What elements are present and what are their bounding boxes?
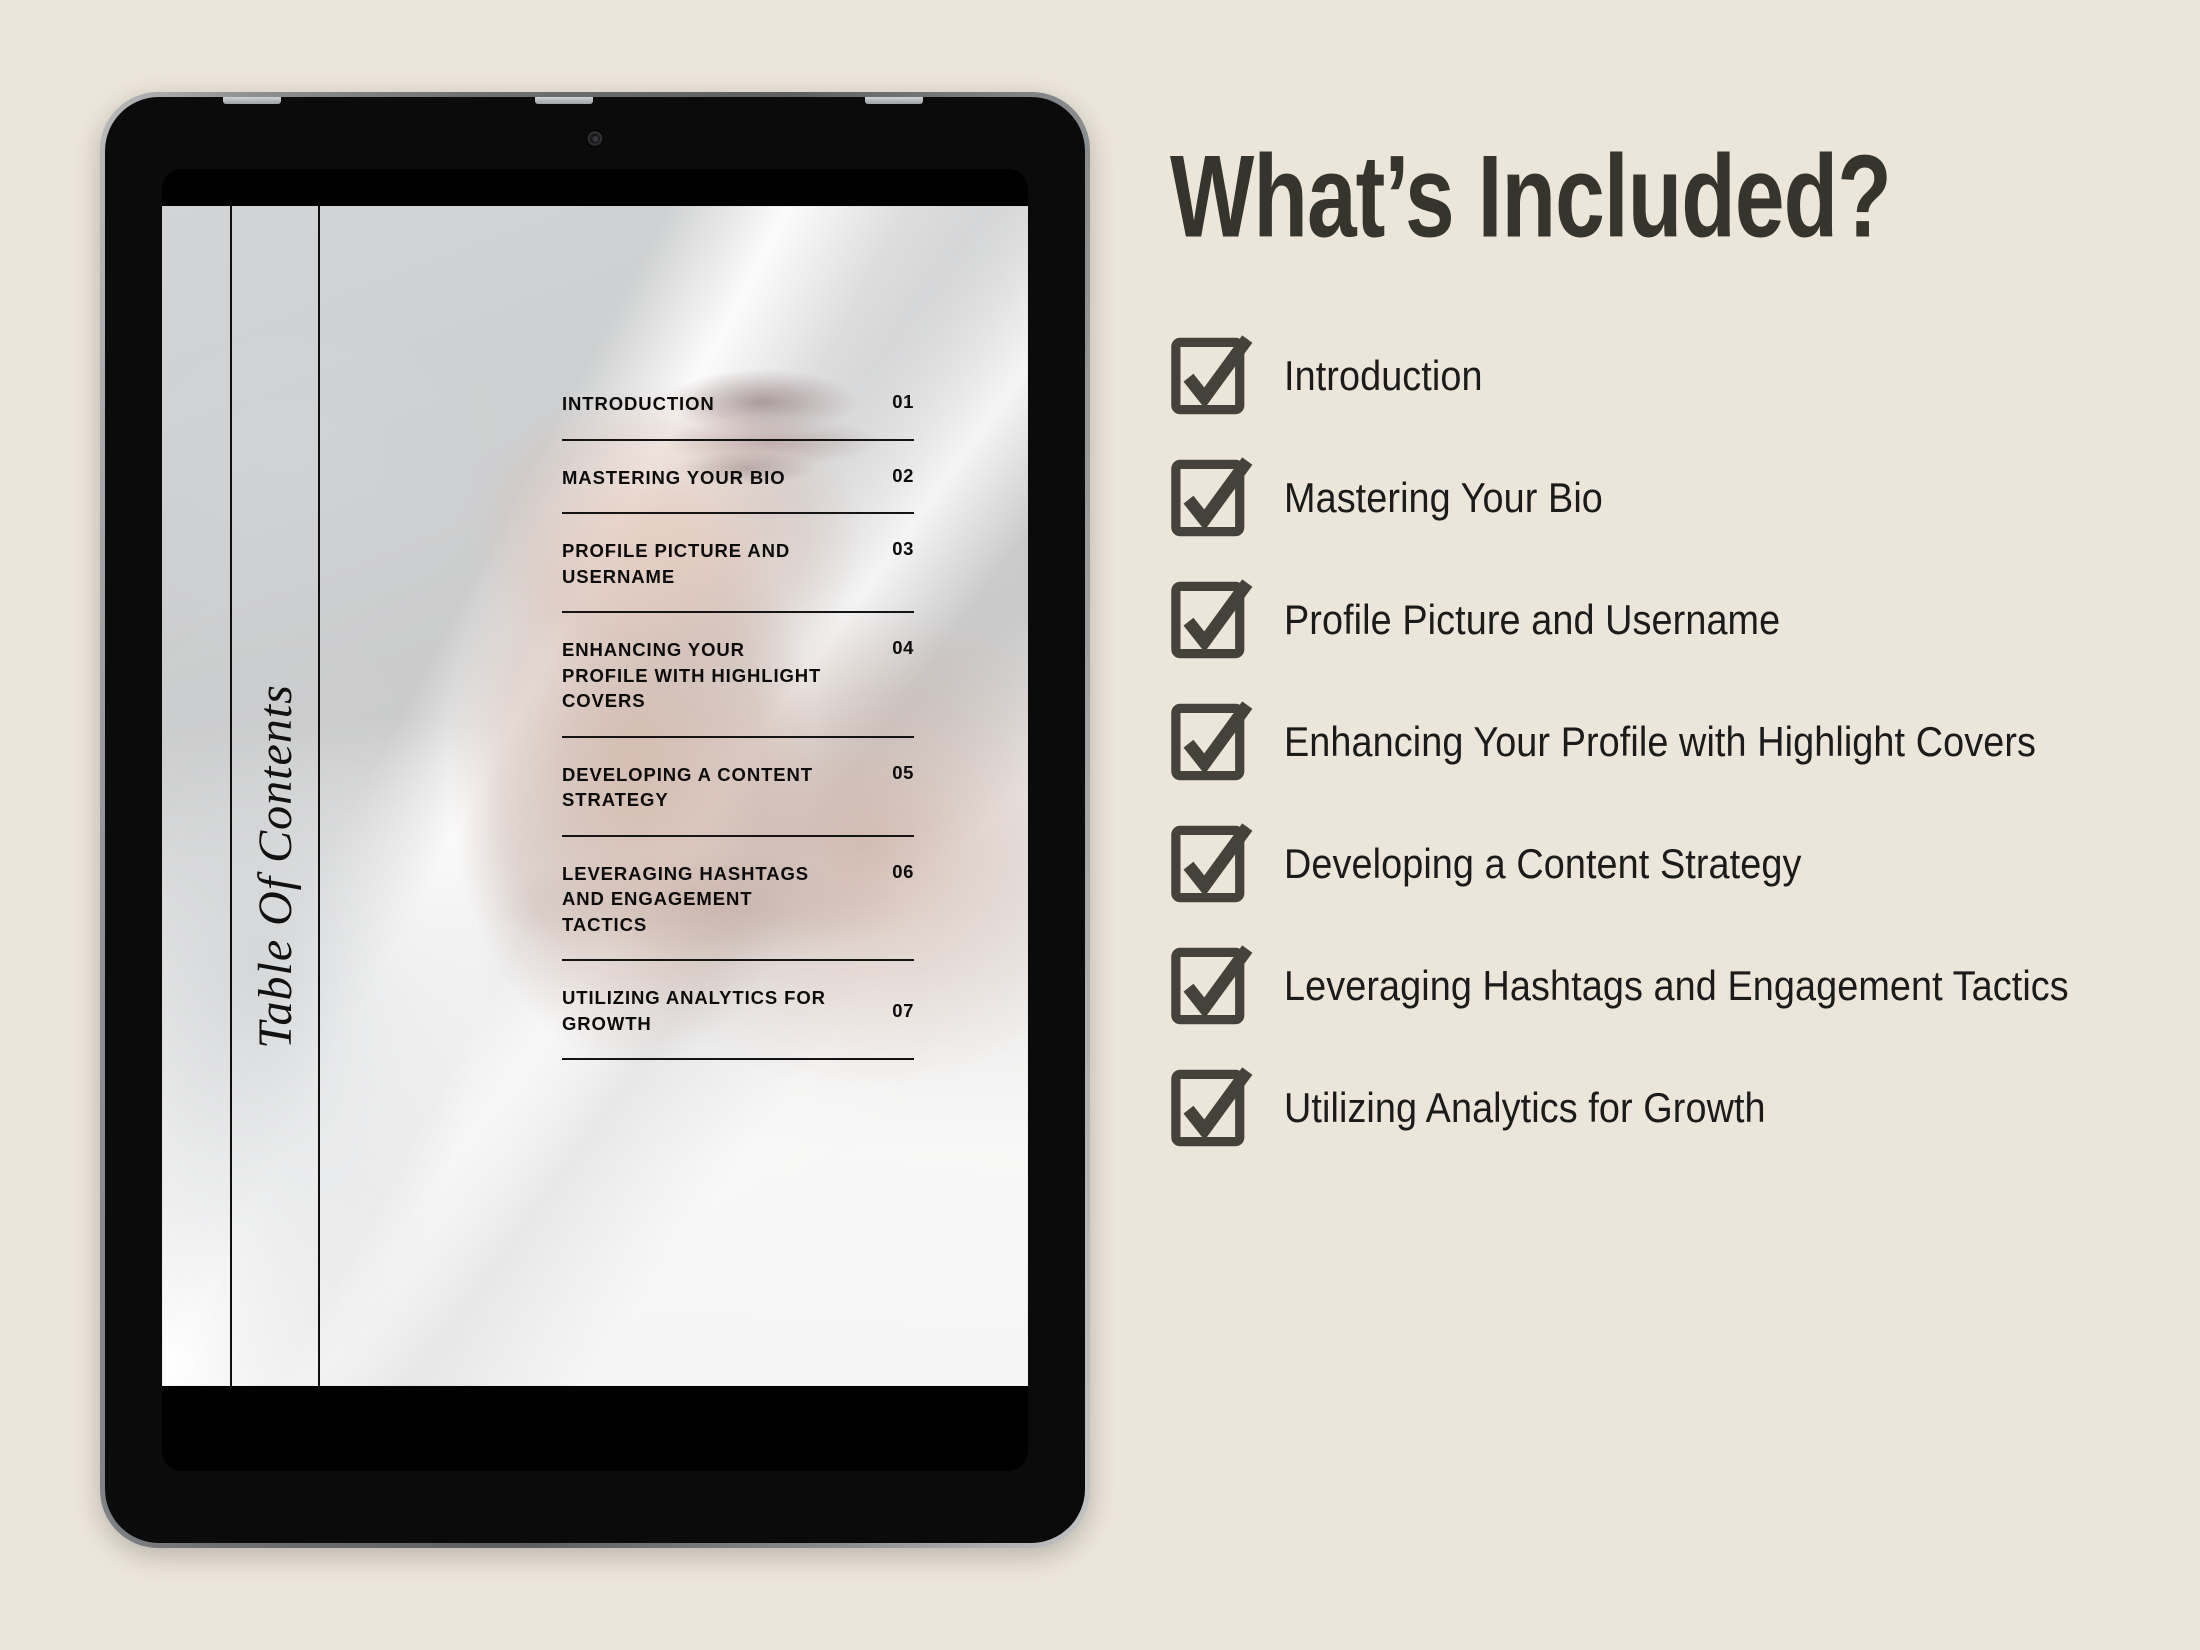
toc-entry-title: ENHANCING YOUR PROFILE WITH HIGHLIGHT CO… [562, 639, 822, 712]
antenna-strip-left [223, 97, 281, 104]
tablet-body: Table Of Contents INTRODUCTION 01 MASTER… [105, 97, 1085, 1543]
toc-page: Table Of Contents INTRODUCTION 01 MASTER… [162, 206, 1028, 1386]
toc-row[interactable]: MASTERING YOUR BIO 02 [562, 465, 914, 515]
toc-row[interactable]: UTILIZING ANALYTICS FOR GROWTH 07 [562, 985, 914, 1061]
checkbox-checked-icon[interactable] [1170, 700, 1254, 784]
list-item-label: Profile Picture and Username [1284, 596, 1781, 644]
toc-row[interactable]: PROFILE PICTURE AND USERNAME 03 [562, 538, 914, 614]
checkbox-checked-icon[interactable] [1170, 334, 1254, 418]
toc-entry-page-number: 07 [892, 999, 914, 1021]
antenna-strip-right [865, 97, 923, 104]
toc-row[interactable]: DEVELOPING A CONTENT STRATEGY 05 [562, 762, 914, 837]
list-item[interactable]: Profile Picture and Username [1170, 578, 2160, 662]
toc-row[interactable]: ENHANCING YOUR PROFILE WITH HIGHLIGHT CO… [562, 637, 914, 738]
checkbox-checked-icon[interactable] [1170, 456, 1254, 540]
toc-list: INTRODUCTION 01 MASTERING YOUR BIO 02 PR… [562, 391, 914, 1084]
toc-entry-page-number: 04 [892, 637, 914, 659]
checkbox-checked-icon[interactable] [1170, 822, 1254, 906]
checklist: Introduction Mastering Your Bio Profile … [1170, 334, 2160, 1150]
list-item-label: Developing a Content Strategy [1284, 840, 1802, 888]
tablet-screen[interactable]: Table Of Contents INTRODUCTION 01 MASTER… [162, 169, 1028, 1471]
toc-entry-title: PROFILE PICTURE AND USERNAME [562, 540, 791, 587]
toc-entry-title: MASTERING YOUR BIO [562, 466, 786, 488]
list-item-label: Mastering Your Bio [1284, 474, 1603, 522]
toc-entry-page-number: 03 [892, 538, 914, 560]
list-item[interactable]: Utilizing Analytics for Growth [1170, 1066, 2160, 1150]
slide-canvas: Table Of Contents INTRODUCTION 01 MASTER… [0, 0, 2200, 1650]
list-item[interactable]: Leveraging Hashtags and Engagement Tacti… [1170, 944, 2160, 1028]
page-title: What’s Included? [1170, 131, 1892, 262]
toc-entry-title: INTRODUCTION [562, 393, 715, 414]
list-item[interactable]: Introduction [1170, 334, 2160, 418]
page-vertical-rule-2 [318, 206, 320, 1386]
toc-entry-page-number: 05 [892, 761, 914, 783]
toc-entry-title: LEVERAGING HASHTAGS AND ENGAGEMENT TACTI… [562, 862, 809, 935]
list-item[interactable]: Enhancing Your Profile with Highlight Co… [1170, 700, 2160, 784]
toc-entry-page-number: 01 [892, 391, 914, 412]
toc-entry-page-number: 06 [892, 860, 914, 882]
front-camera-icon [587, 131, 603, 146]
toc-vertical-title-text: Table Of Contents [248, 683, 302, 1049]
checkbox-checked-icon[interactable] [1170, 944, 1254, 1028]
toc-row[interactable]: INTRODUCTION 01 [562, 391, 914, 441]
list-item-label: Enhancing Your Profile with Highlight Co… [1284, 718, 2036, 766]
toc-vertical-title: Table Of Contents [240, 506, 310, 1226]
checkbox-checked-icon[interactable] [1170, 578, 1254, 662]
toc-row[interactable]: LEVERAGING HASHTAGS AND ENGAGEMENT TACTI… [562, 861, 914, 962]
tablet-mockup: Table Of Contents INTRODUCTION 01 MASTER… [100, 92, 1090, 1548]
list-item-label: Leveraging Hashtags and Engagement Tacti… [1284, 962, 2069, 1010]
page-vertical-rule-1 [230, 206, 232, 1386]
list-item[interactable]: Mastering Your Bio [1170, 456, 2160, 540]
toc-entry-title: UTILIZING ANALYTICS FOR GROWTH [562, 987, 826, 1034]
toc-entry-page-number: 02 [892, 464, 914, 486]
checkbox-checked-icon[interactable] [1170, 1066, 1254, 1150]
toc-entry-title: DEVELOPING A CONTENT STRATEGY [562, 763, 813, 811]
antenna-strip-center [535, 97, 593, 104]
list-item-label: Introduction [1284, 352, 1483, 400]
whats-included-panel: What’s Included? Introduction Mastering … [1170, 131, 2160, 1150]
list-item-label: Utilizing Analytics for Growth [1284, 1084, 1766, 1132]
list-item[interactable]: Developing a Content Strategy [1170, 822, 2160, 906]
